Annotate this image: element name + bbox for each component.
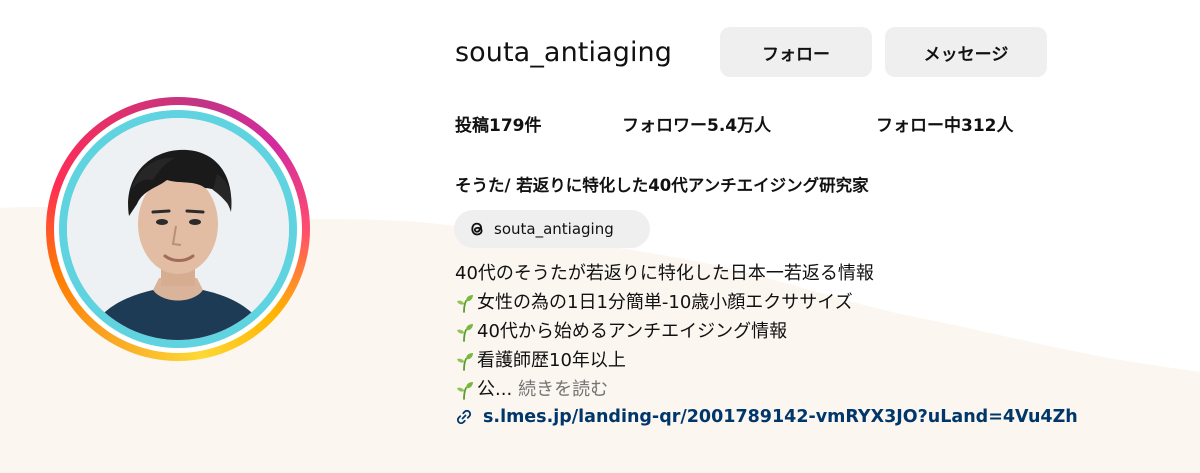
posts-count: 投稿179件	[455, 116, 542, 136]
bio-link-text[interactable]: s.lmes.jp/landing-qr/2001789142-vmRYX3JO…	[483, 407, 1078, 427]
profile-avatar[interactable]	[46, 97, 310, 361]
bio-text: 40代のそうたが若返りに特化した日本一若返る情報 女性の為の1日1分簡単-10歳…	[455, 259, 1175, 404]
bio-line: 看護師歴10年以上	[455, 346, 1175, 375]
seedling-icon	[457, 294, 473, 313]
link-icon	[455, 408, 473, 426]
threads-icon	[466, 218, 488, 240]
seedling-icon	[457, 323, 473, 342]
seedling-icon	[457, 352, 473, 371]
profile-full-name: そうた/ 若返りに特化した40代アンチエイジング研究家	[455, 176, 869, 195]
seedling-icon	[457, 381, 473, 400]
bio-line: 公... 続きを読む	[455, 375, 1175, 404]
bio-link[interactable]: s.lmes.jp/landing-qr/2001789142-vmRYX3JO…	[455, 403, 1078, 431]
profile-username: souta_antiaging	[455, 37, 673, 68]
threads-badge[interactable]: souta_antiaging	[454, 210, 650, 248]
message-button[interactable]: メッセージ	[885, 27, 1047, 77]
threads-handle: souta_antiaging	[494, 220, 614, 238]
following-count[interactable]: フォロー中312人	[876, 113, 1014, 139]
followers-count[interactable]: フォロワー5.4万人	[622, 113, 771, 139]
follow-button[interactable]: フォロー	[720, 27, 872, 77]
bio-line: 女性の為の1日1分簡単-10歳小顔エクササイズ	[455, 288, 1175, 317]
bio-line: 40代のそうたが若返りに特化した日本一若返る情報	[455, 263, 874, 284]
bio-line: 40代から始めるアンチエイジング情報	[455, 317, 1175, 346]
avatar-photo	[67, 118, 289, 340]
read-more-link[interactable]: 続きを読む	[518, 375, 608, 404]
